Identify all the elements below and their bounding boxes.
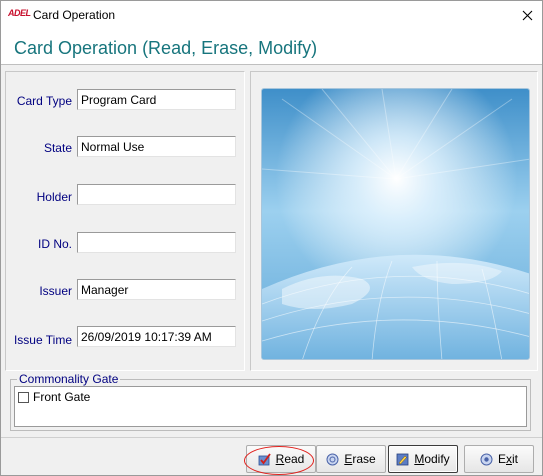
issuer-label: Issuer bbox=[39, 284, 72, 298]
commonality-gate-legend: Commonality Gate bbox=[17, 372, 121, 386]
image-panel bbox=[250, 71, 538, 371]
card-type-label: Card Type bbox=[16, 94, 72, 108]
read-card-icon bbox=[258, 452, 271, 465]
gate-item-front-gate[interactable]: Front Gate bbox=[18, 390, 90, 404]
close-icon bbox=[522, 10, 532, 20]
close-button[interactable] bbox=[512, 1, 542, 29]
gate-list: Front Gate bbox=[14, 386, 527, 427]
exit-button[interactable]: Exit bbox=[464, 445, 534, 473]
globe-banner-image bbox=[261, 88, 530, 360]
erase-icon bbox=[326, 453, 339, 465]
card-info-panel: Card Type Program Card State Normal Use … bbox=[5, 71, 245, 371]
modify-button[interactable]: Modify bbox=[388, 445, 458, 473]
state-label: State bbox=[43, 141, 72, 155]
card-type-field[interactable]: Program Card bbox=[77, 89, 236, 110]
state-field[interactable]: Normal Use bbox=[77, 136, 236, 157]
page-title: Card Operation (Read, Erase, Modify) bbox=[14, 38, 318, 58]
read-button[interactable]: Read bbox=[246, 445, 316, 473]
window-title: Card Operation bbox=[33, 8, 116, 22]
exit-icon bbox=[480, 453, 493, 465]
holder-label: Holder bbox=[36, 190, 72, 204]
id-no-label: ID No. bbox=[37, 237, 72, 251]
modify-icon bbox=[396, 453, 409, 465]
main-body: Card Type Program Card State Normal Use … bbox=[1, 65, 542, 437]
app-logo-icon: ADEL bbox=[8, 8, 31, 18]
holder-field[interactable] bbox=[77, 184, 236, 205]
id-no-field[interactable] bbox=[77, 232, 236, 253]
button-bar: Read Erase Modify Exit bbox=[1, 437, 542, 475]
erase-button[interactable]: Erase bbox=[316, 445, 386, 473]
issue-time-label: Issue Time bbox=[13, 333, 72, 347]
commonality-gate-group: Commonality Gate Front Gate bbox=[10, 372, 531, 431]
issue-time-field[interactable]: 26/09/2019 10:17:39 AM bbox=[77, 326, 236, 347]
gate-item-label: Front Gate bbox=[33, 390, 91, 404]
card-operation-window: ADEL Card Operation Card Operation (Read… bbox=[0, 0, 543, 476]
page-header: Card Operation (Read, Erase, Modify) bbox=[1, 29, 542, 65]
title-bar: ADEL Card Operation bbox=[1, 1, 542, 29]
front-gate-checkbox[interactable] bbox=[18, 391, 29, 403]
issuer-field[interactable]: Manager bbox=[77, 279, 236, 300]
